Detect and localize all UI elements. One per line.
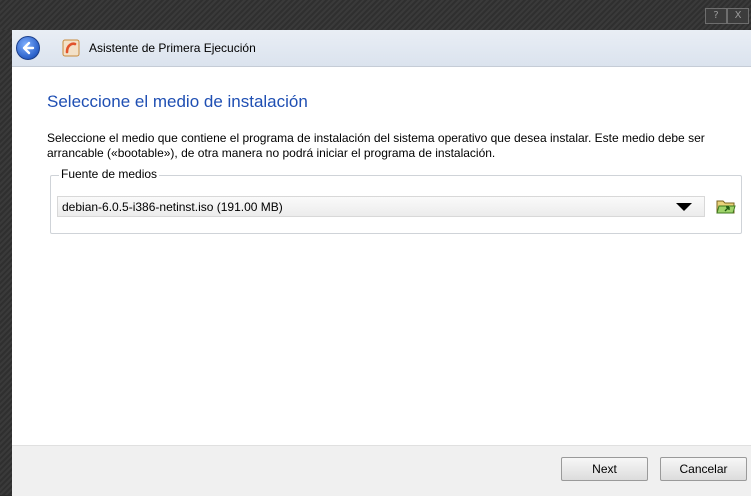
window-frame-left: [0, 30, 12, 495]
help-button[interactable]: ?: [705, 8, 727, 24]
wizard-client-area: Asistente de Primera Ejecución Seleccion…: [12, 30, 751, 496]
chevron-down-icon[interactable]: [676, 203, 692, 211]
wizard-header-title: Asistente de Primera Ejecución: [89, 41, 256, 55]
virtualbox-app-icon: [62, 39, 80, 57]
wizard-header: Asistente de Primera Ejecución: [12, 30, 751, 67]
page-title: Seleccione el medio de instalación: [47, 92, 308, 111]
back-button[interactable]: [16, 36, 40, 60]
close-button[interactable]: X: [727, 8, 749, 24]
media-source-legend: Fuente de medios: [59, 167, 160, 181]
cancel-button[interactable]: Cancelar: [660, 457, 747, 481]
back-arrow-icon: [22, 41, 35, 55]
media-source-dropdown[interactable]: debian-6.0.5-i386-netinst.iso (191.00 MB…: [57, 196, 705, 217]
folder-open-icon[interactable]: [716, 197, 736, 215]
media-source-group: Fuente de medios debian-6.0.5-i386-netin…: [50, 167, 742, 234]
media-source-selected-value: debian-6.0.5-i386-netinst.iso (191.00 MB…: [62, 200, 283, 214]
window-controls: ? X: [705, 8, 749, 24]
page-description: Seleccione el medio que contiene el prog…: [47, 131, 705, 160]
next-button[interactable]: Next: [561, 457, 648, 481]
